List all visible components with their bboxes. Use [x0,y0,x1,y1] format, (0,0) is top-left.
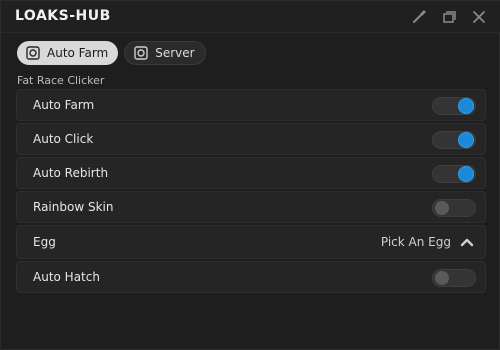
option-egg-dropdown[interactable]: Egg Pick An Egg [16,225,486,259]
option-auto-rebirth: Auto Rebirth [16,157,486,189]
window-controls [409,7,489,27]
toggle-knob [435,201,449,215]
option-label: Auto Click [33,132,94,146]
option-label: Egg [33,235,56,249]
chevron-up-icon[interactable] [459,234,475,250]
toggle-knob [459,99,473,113]
toggle-knob [459,133,473,147]
tab-bar: Auto Farm Server [17,41,206,65]
option-label: Auto Farm [33,98,95,112]
dropdown-value: Pick An Egg [380,235,451,249]
options-list: Auto Farm Auto Click Auto Rebirth Rainbo… [16,89,486,295]
tab-label: Server [155,46,195,60]
brush-icon[interactable] [409,7,429,27]
option-label: Rainbow Skin [33,200,114,214]
app-window: LOAKS-HUB Auto Farm Server Fat Race Clic… [0,0,500,350]
option-auto-hatch: Auto Hatch [16,261,486,293]
target-icon [133,45,149,61]
option-auto-farm: Auto Farm [16,89,486,121]
window-title: LOAKS-HUB [15,8,111,24]
toggle-knob [435,271,449,285]
option-label: Auto Rebirth [33,166,109,180]
section-title: Fat Race Clicker [17,74,105,87]
tab-server[interactable]: Server [124,41,206,65]
option-rainbow-skin: Rainbow Skin [16,191,486,223]
tab-auto-farm[interactable]: Auto Farm [17,41,119,65]
target-icon [25,45,41,61]
tab-label: Auto Farm [47,46,109,60]
option-label: Auto Hatch [33,270,100,284]
auto-farm-toggle[interactable] [432,97,476,115]
auto-hatch-toggle[interactable] [432,269,476,287]
auto-click-toggle[interactable] [432,131,476,149]
toggle-knob [459,167,473,181]
rainbow-skin-toggle[interactable] [432,199,476,217]
option-auto-click: Auto Click [16,123,486,155]
auto-rebirth-toggle[interactable] [432,165,476,183]
minimize-icon[interactable] [439,7,459,27]
close-icon[interactable] [469,7,489,27]
title-bar[interactable]: LOAKS-HUB [1,1,500,33]
